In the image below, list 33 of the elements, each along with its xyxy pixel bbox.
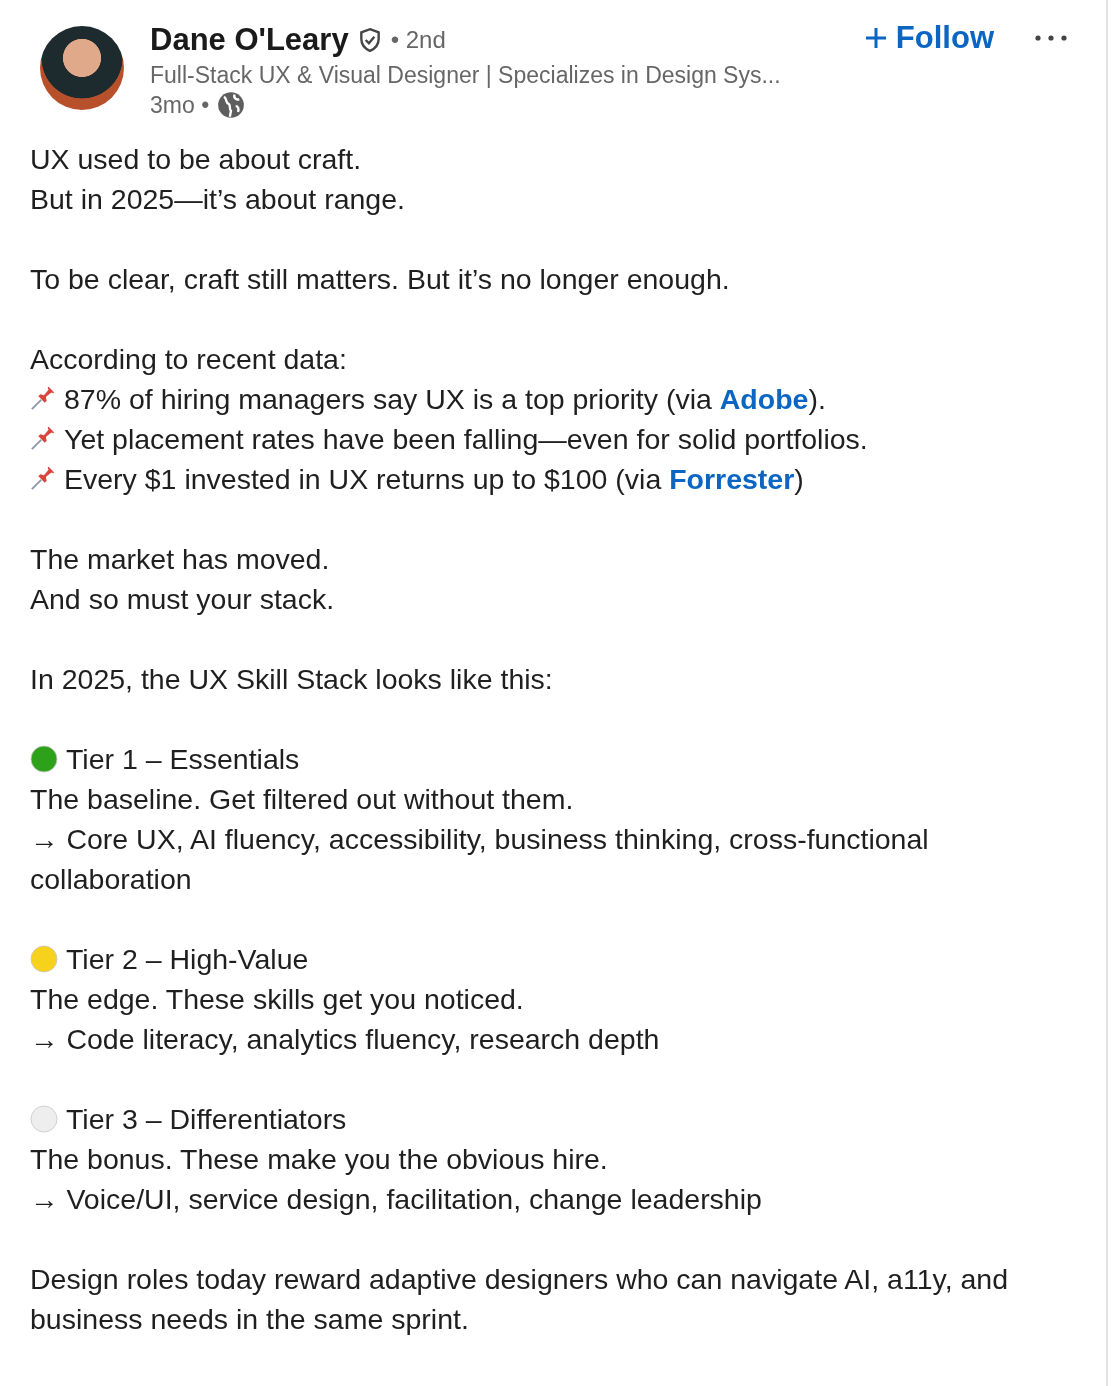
post-text: Yet placement rates have been falling—even for solid portfolios.: [64, 422, 869, 457]
post-text: 87% of hiring managers say UX is a top priority (via Adobe).: [64, 382, 827, 417]
post-text: And so must your stack.: [30, 582, 336, 617]
author-name[interactable]: Dane O'Leary: [150, 22, 349, 58]
post-text: UX used to be about craft.: [30, 142, 363, 177]
post-text: The bonus. These make you the obvious hire.: [30, 1142, 609, 1177]
post-text: → Code literacy, analytics fluency, research depth: [30, 1022, 661, 1057]
post-text: The market has moved.: [30, 542, 331, 577]
more-options-icon[interactable]: [1034, 34, 1068, 42]
post-text: Tier 1 – Essentials: [66, 742, 301, 777]
post-text: → Core UX, AI fluency, accessibility, business thinking, cross-functional collaboration: [30, 822, 930, 897]
post-text: The baseline. Get filtered out without them.: [30, 782, 575, 817]
post-text: In 2025, the UX Skill Stack looks like this:: [30, 662, 554, 697]
post-text: According to recent data:: [30, 342, 348, 377]
follow-button[interactable]: Follow: [863, 20, 994, 56]
post-text: Tier 2 – High-Value: [66, 942, 310, 977]
text-link[interactable]: Adobe: [719, 383, 809, 415]
author-headline: Full-Stack UX & Visual Designer | Specializes in Design Sys...: [150, 62, 782, 89]
pushpin-icon: [30, 425, 56, 451]
post-text: The edge. These skills get you noticed.: [30, 982, 525, 1017]
post-text: To be clear, craft still matters. But it’s no longer enough.: [30, 262, 731, 297]
post-text: But in 2025—it’s about range.: [30, 182, 406, 217]
plus-icon: [863, 26, 888, 50]
post-text: Every $1 invested in UX returns up to $100 (via Forrester): [64, 462, 805, 497]
post-time: 3mo •: [150, 91, 210, 119]
post-text: → Voice/UI, service design, facilitation, change leadership: [30, 1182, 763, 1217]
pushpin-icon: [30, 385, 56, 411]
post-text: Tier 3 – Differentiators: [66, 1102, 348, 1137]
text-link[interactable]: Forrester: [669, 463, 795, 495]
connection-degree: • 2nd: [390, 26, 446, 54]
globe-icon: [217, 91, 246, 119]
post-text: Design roles today reward adaptive designers who can navigate AI, a11y, and business needs in the same sprint.: [30, 1262, 1010, 1337]
pushpin-icon: [30, 465, 56, 491]
